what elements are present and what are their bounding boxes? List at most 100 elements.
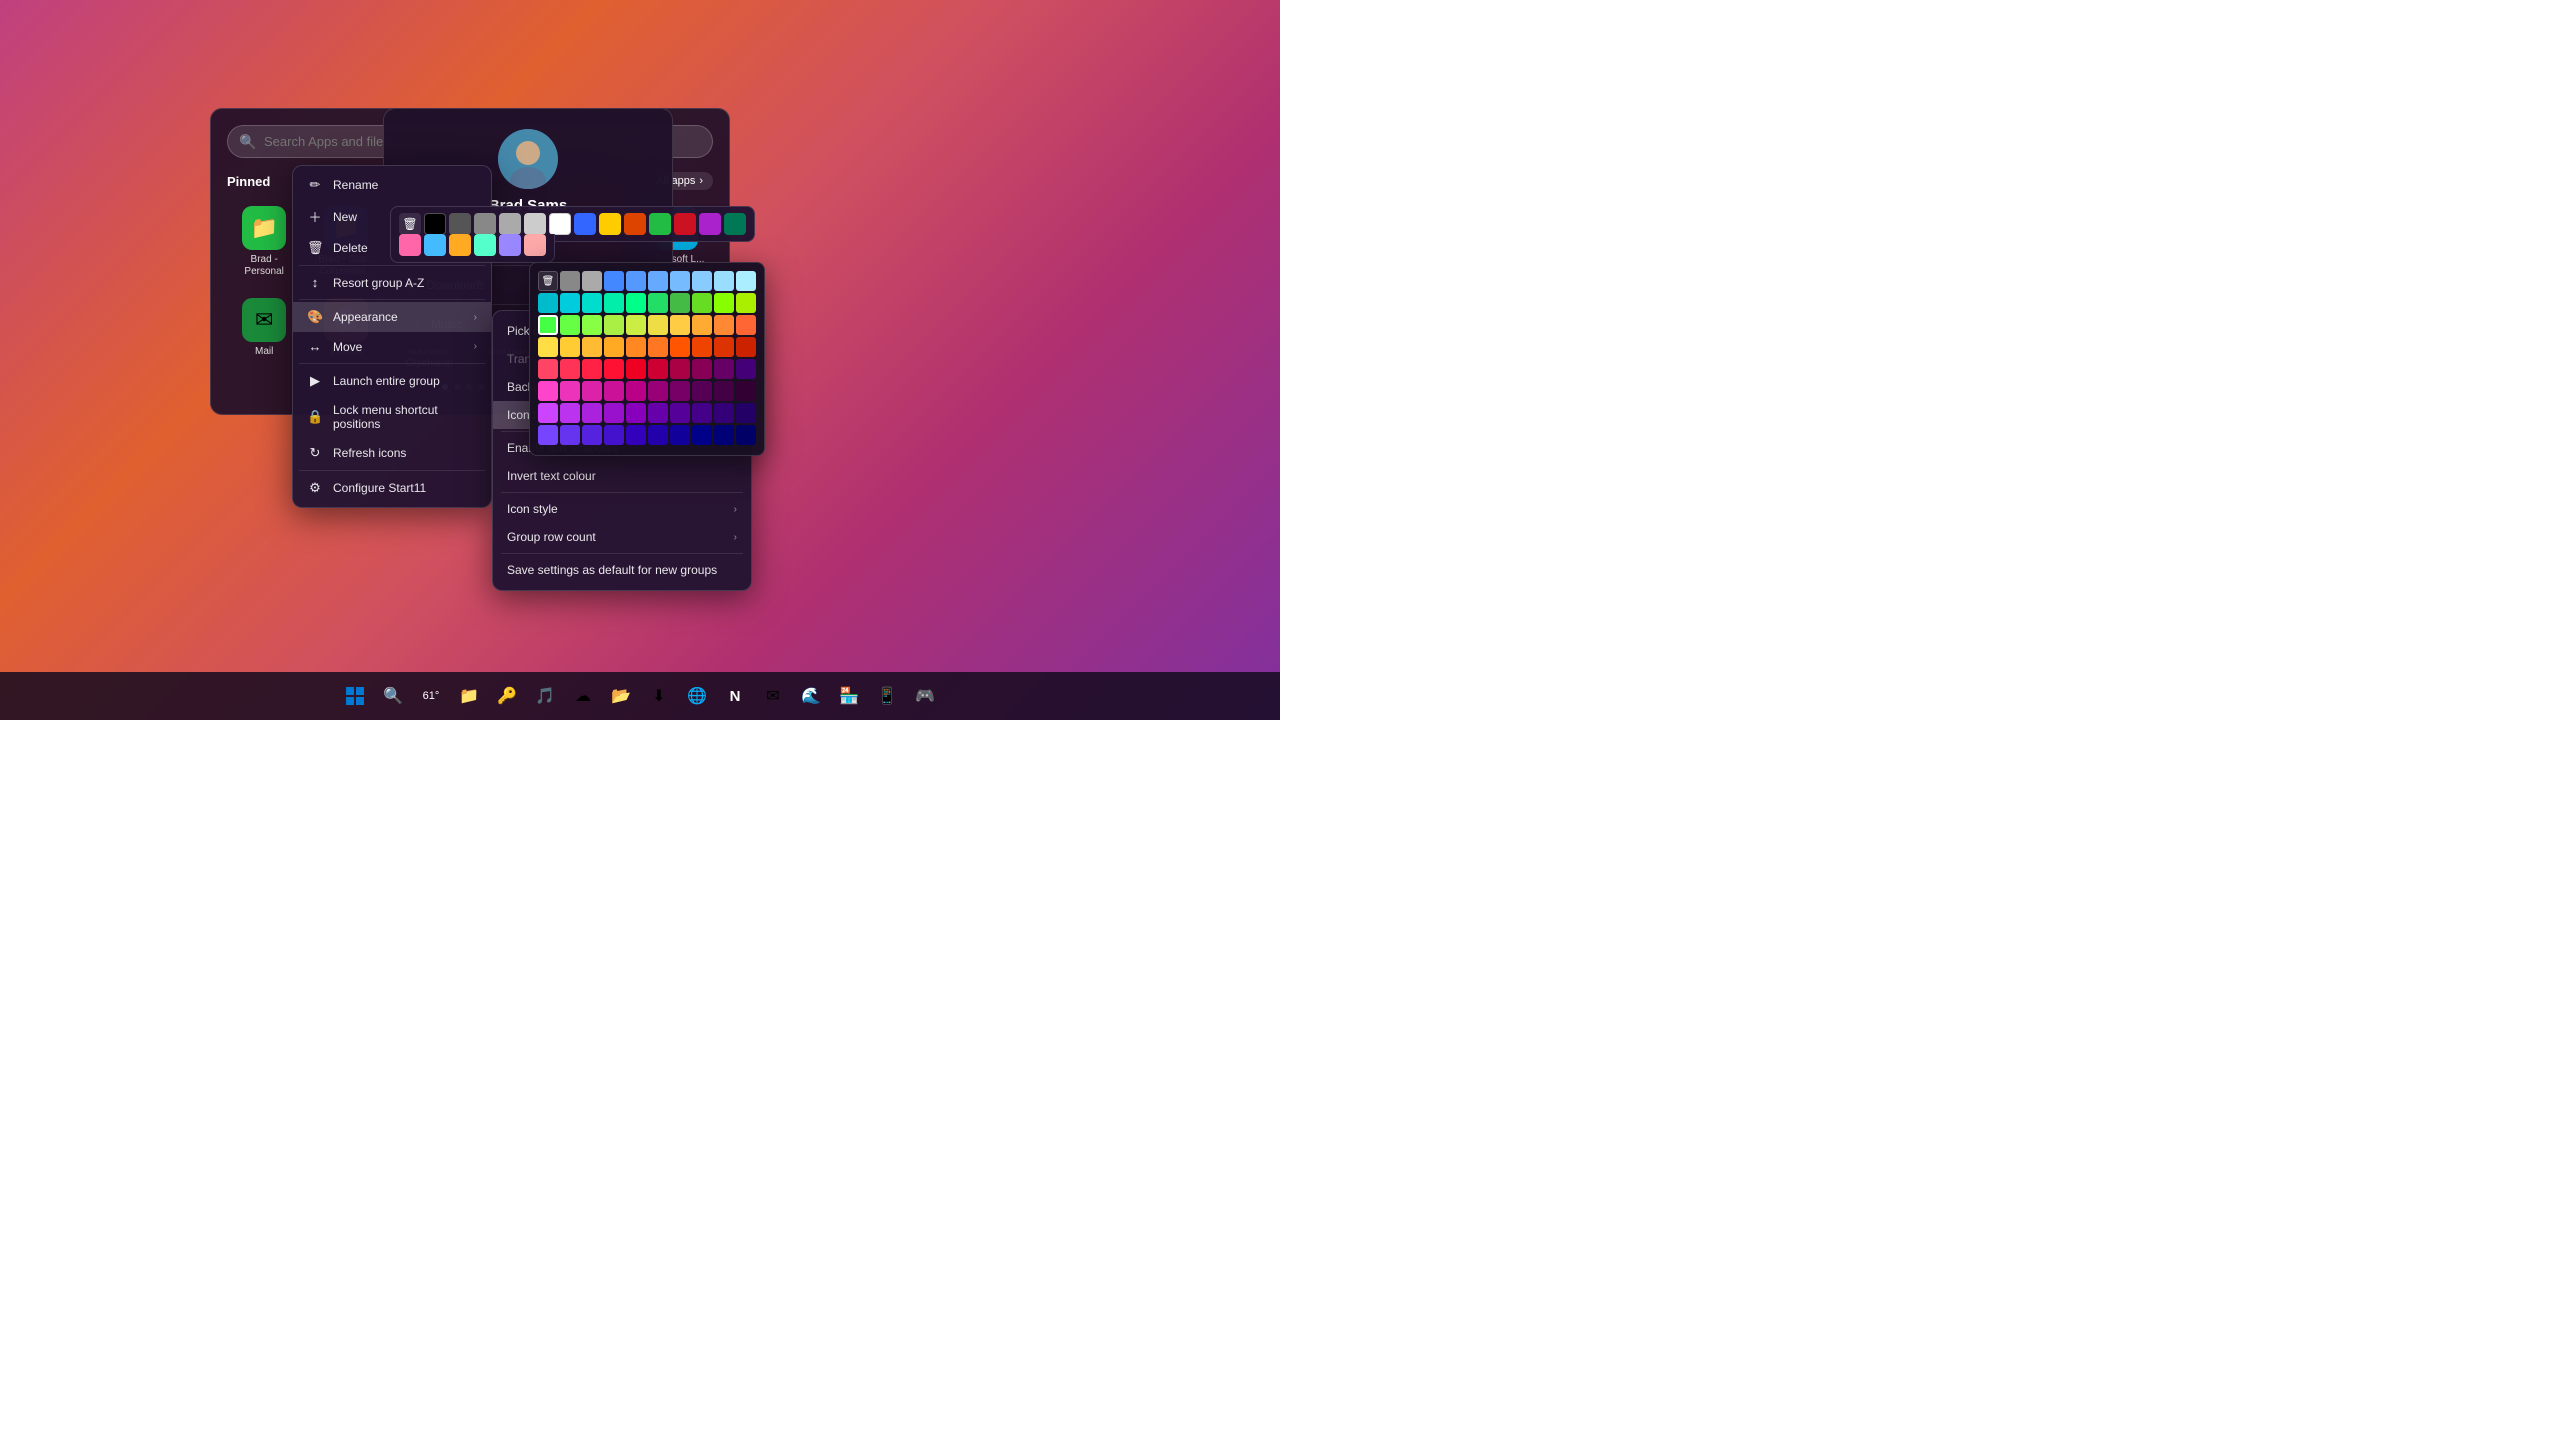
pal-yg3[interactable] xyxy=(582,315,602,335)
pal-yg5[interactable] xyxy=(626,315,646,335)
ctx-launch-group[interactable]: ▶ Launch entire group xyxy=(293,366,491,396)
onedrive-taskbar-button[interactable]: ☁ xyxy=(567,680,599,712)
xbox-taskbar-button[interactable]: 🎮 xyxy=(909,680,941,712)
pal-green4[interactable] xyxy=(692,293,712,313)
pal-o5[interactable] xyxy=(692,337,712,357)
pal-blue4[interactable] xyxy=(670,271,690,291)
pal-r7[interactable] xyxy=(670,359,690,379)
pal-p8[interactable] xyxy=(692,403,712,423)
pal-i1[interactable] xyxy=(538,425,558,445)
pal-m1[interactable] xyxy=(538,381,558,401)
pal-r3[interactable] xyxy=(582,359,602,379)
pal-p9[interactable] xyxy=(714,403,734,423)
pal-r10[interactable] xyxy=(736,359,756,379)
color-swatch-gray[interactable] xyxy=(474,213,496,235)
search-taskbar-button[interactable]: 🔍 xyxy=(377,680,409,712)
pal-green6[interactable] xyxy=(736,293,756,313)
color-swatch-white[interactable] xyxy=(549,213,571,235)
pal-p10[interactable] xyxy=(736,403,756,423)
color-swatch-skyblue[interactable] xyxy=(424,234,446,256)
pal-p4[interactable] xyxy=(604,403,624,423)
pal-p2[interactable] xyxy=(560,403,580,423)
color-swatch-pink[interactable] xyxy=(399,234,421,256)
pal-m5[interactable] xyxy=(626,381,646,401)
pal-p7[interactable] xyxy=(670,403,690,423)
app-brad-personal[interactable]: 📁 Brad - Personal xyxy=(227,200,301,284)
pal-y2[interactable] xyxy=(560,337,580,357)
pal-r6[interactable] xyxy=(648,359,668,379)
pal-teal4[interactable] xyxy=(604,293,624,313)
pal-m3[interactable] xyxy=(582,381,602,401)
color-swatch-red[interactable] xyxy=(674,213,696,235)
pal-r9[interactable] xyxy=(714,359,734,379)
ctx-refresh-icons[interactable]: ↻ Refresh icons xyxy=(293,438,491,468)
color-swatch-amber[interactable] xyxy=(449,234,471,256)
pal-i4[interactable] xyxy=(604,425,624,445)
pal-m2[interactable] xyxy=(560,381,580,401)
color-swatch-orange[interactable] xyxy=(624,213,646,235)
pal-y3[interactable] xyxy=(582,337,602,357)
pal-i5[interactable] xyxy=(626,425,646,445)
weather-taskbar[interactable]: 61° xyxy=(415,680,447,712)
files-taskbar-button[interactable]: 📁 xyxy=(453,680,485,712)
color-swatch-yellow[interactable] xyxy=(599,213,621,235)
phone-taskbar-button[interactable]: 📱 xyxy=(871,680,903,712)
notion-taskbar-button[interactable]: N xyxy=(719,680,751,712)
pal-i9[interactable] xyxy=(714,425,734,445)
ctx-move[interactable]: ↔ Move › xyxy=(293,332,491,361)
pal-o7[interactable] xyxy=(736,337,756,357)
pal-m9[interactable] xyxy=(714,381,734,401)
pal-green2[interactable] xyxy=(648,293,668,313)
color-swatch-silver[interactable] xyxy=(524,213,546,235)
pal-i3[interactable] xyxy=(582,425,602,445)
ctx-resort[interactable]: ↕ Resort group A-Z xyxy=(293,268,491,297)
pal-blue7[interactable] xyxy=(736,271,756,291)
pal-yg2[interactable] xyxy=(560,315,580,335)
pal-teal3[interactable] xyxy=(582,293,602,313)
ctx-appearance[interactable]: 🎨 Appearance › xyxy=(293,302,491,332)
pal-blue3[interactable] xyxy=(648,271,668,291)
pal-r8[interactable] xyxy=(692,359,712,379)
pal-m4[interactable] xyxy=(604,381,624,401)
pal-m10[interactable] xyxy=(736,381,756,401)
pal-i7[interactable] xyxy=(670,425,690,445)
mail-taskbar-button[interactable]: ✉ xyxy=(757,680,789,712)
downloads-taskbar-button[interactable]: ⬇ xyxy=(643,680,675,712)
start-button[interactable] xyxy=(339,680,371,712)
pal-i10[interactable] xyxy=(736,425,756,445)
ctx-configure[interactable]: ⚙ Configure Start11 xyxy=(293,473,491,503)
pal-r4[interactable] xyxy=(604,359,624,379)
color-swatch-salmon[interactable] xyxy=(524,234,546,256)
pal-yg9[interactable] xyxy=(714,315,734,335)
pal-o1[interactable] xyxy=(604,337,624,357)
pal-r2[interactable] xyxy=(560,359,580,379)
pal-i8[interactable] xyxy=(692,425,712,445)
submenu-icon-style[interactable]: Icon style › xyxy=(493,495,751,523)
color-swatch-mint[interactable] xyxy=(474,234,496,256)
pal-yg8[interactable] xyxy=(692,315,712,335)
pal-blue6[interactable] xyxy=(714,271,734,291)
pal-o2[interactable] xyxy=(626,337,646,357)
pal-blue2[interactable] xyxy=(626,271,646,291)
pal-o4[interactable] xyxy=(670,337,690,357)
pal-m8[interactable] xyxy=(692,381,712,401)
pal-green5[interactable] xyxy=(714,293,734,313)
pal-p3[interactable] xyxy=(582,403,602,423)
pal-gray2[interactable] xyxy=(582,271,602,291)
msstore-taskbar-button[interactable]: 🏪 xyxy=(833,680,865,712)
spotify-taskbar-button[interactable]: 🎵 xyxy=(529,680,561,712)
color-swatch-green[interactable] xyxy=(649,213,671,235)
trash-color-button[interactable]: 🗑 xyxy=(399,213,421,235)
pal-gray1[interactable] xyxy=(560,271,580,291)
color-swatch-lightgray[interactable] xyxy=(499,213,521,235)
pal-yg7[interactable] xyxy=(670,315,690,335)
pal-green3[interactable] xyxy=(670,293,690,313)
user-avatar[interactable] xyxy=(498,129,558,189)
pal-m6[interactable] xyxy=(648,381,668,401)
ctx-rename[interactable]: ✏ Rename xyxy=(293,170,491,200)
taskbar-icon-5[interactable]: 📂 xyxy=(605,680,637,712)
pal-p6[interactable] xyxy=(648,403,668,423)
app-mail[interactable]: ✉ Mail xyxy=(227,292,301,376)
pal-o6[interactable] xyxy=(714,337,734,357)
pal-i2[interactable] xyxy=(560,425,580,445)
